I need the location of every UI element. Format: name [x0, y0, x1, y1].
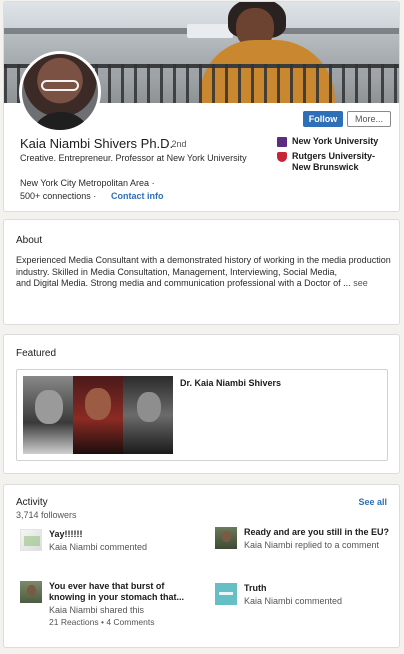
see-all-link[interactable]: See all [358, 497, 387, 507]
activity-title: Truth [244, 583, 267, 593]
profile-name: Kaia Niambi Shivers Ph.D. [20, 136, 174, 151]
activity-thumbnail [215, 527, 237, 549]
featured-card: Featured Dr. Kaia Niambi Shivers [3, 334, 400, 474]
activity-title: You ever have that burst of knowing in y… [49, 581, 185, 602]
connections-count: 500+ connections · [20, 191, 97, 201]
activity-meta: Kaia Niambi shared this [49, 605, 145, 615]
activity-meta: Kaia Niambi replied to a comment [244, 540, 380, 550]
education-item-rutgers[interactable]: Rutgers University-New Brunswick [277, 151, 392, 173]
activity-card: Activity 3,714 followers See all Yay!!!!… [3, 484, 400, 648]
profile-location: New York City Metropolitan Area · [20, 178, 155, 188]
education-item-nyu[interactable]: New York University [277, 136, 392, 147]
about-text: Experienced Media Consultant with a demo… [16, 255, 399, 290]
activity-reactions[interactable]: 21 Reactions • 4 Comments [49, 617, 199, 628]
activity-thumbnail [20, 529, 42, 551]
profile-card: Follow More... Kaia Niambi Shivers Ph.D.… [3, 1, 400, 212]
education-label: Rutgers University-New Brunswick [292, 151, 376, 172]
about-text-line: Experienced Media Consultant with a demo… [16, 255, 391, 277]
about-text-line: and Digital Media. Strong media and comm… [16, 278, 351, 288]
profile-avatar[interactable] [19, 51, 101, 133]
activity-title: Ready and are you still in the EU? [244, 527, 390, 537]
activity-meta: Kaia Niambi commented [244, 596, 343, 606]
nyu-logo-icon [277, 137, 287, 147]
connection-degree: · 2nd [166, 139, 187, 149]
see-more-link[interactable]: see [353, 278, 368, 288]
activity-meta: Kaia Niambi commented [49, 542, 148, 552]
more-button[interactable]: More... [347, 111, 391, 127]
activity-title: Yay!!!!!! [49, 529, 83, 539]
follow-button[interactable]: Follow [303, 111, 343, 127]
about-heading: About [16, 235, 43, 246]
activity-thumbnail [215, 583, 237, 605]
activity-heading: Activity [16, 497, 48, 508]
followers-count: 3,714 followers [16, 510, 77, 520]
featured-heading: Featured [16, 348, 57, 359]
featured-image [23, 376, 173, 454]
contact-info-link[interactable]: Contact info [111, 191, 164, 201]
featured-item-title: Dr. Kaia Niambi Shivers [180, 378, 282, 388]
rutgers-logo-icon [277, 152, 287, 162]
about-card: About Experienced Media Consultant with … [3, 219, 400, 325]
profile-headline: Creative. Entrepreneur. Professor at New… [20, 153, 247, 163]
education-label: New York University [292, 136, 379, 146]
activity-thumbnail [20, 581, 42, 603]
featured-item[interactable]: Dr. Kaia Niambi Shivers [16, 369, 388, 461]
